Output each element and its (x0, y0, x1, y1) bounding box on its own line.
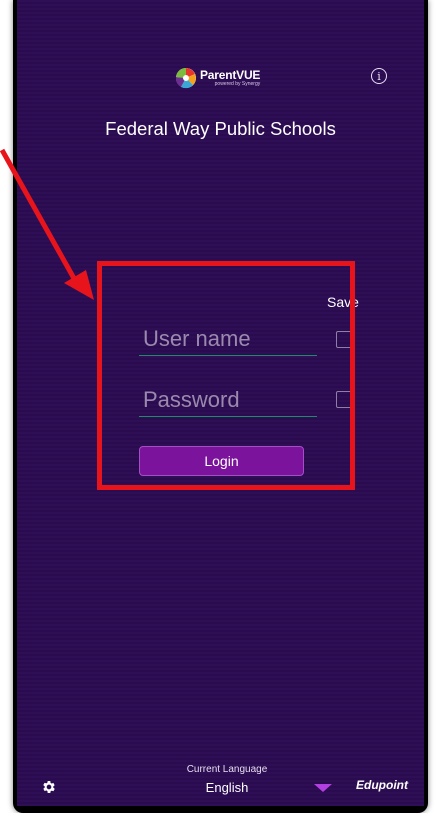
pointer-arrow-icon (0, 148, 94, 300)
